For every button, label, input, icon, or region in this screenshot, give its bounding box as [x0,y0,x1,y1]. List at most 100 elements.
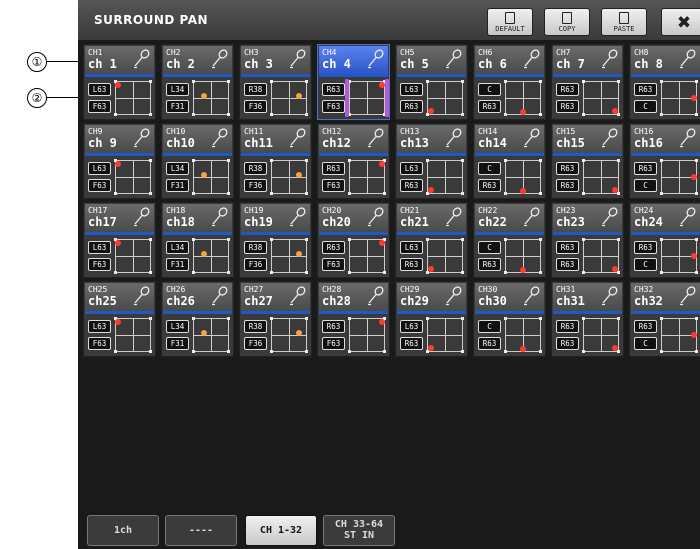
surround-pan-pad[interactable] [348,317,386,353]
tab-ch-1-32[interactable]: CH 1-32 [245,515,317,546]
pan-position-dot[interactable] [379,239,386,246]
pan-lr-value[interactable]: L63 [88,83,111,96]
pan-position-dot[interactable] [427,187,434,194]
surround-pan-pad[interactable] [504,317,542,353]
pan-fr-value[interactable]: R63 [400,337,423,350]
pan-lr-value[interactable]: R38 [244,320,267,333]
surround-pan-pad[interactable] [270,80,308,116]
pan-position-dot[interactable] [691,174,698,180]
surround-pan-pad[interactable] [114,317,152,353]
pan-fr-value[interactable]: C [634,337,657,350]
pan-fr-value[interactable]: R63 [556,100,579,113]
pan-position-dot[interactable] [520,267,526,274]
pan-position-dot[interactable] [691,95,698,101]
pan-lr-value[interactable]: L63 [400,241,423,254]
channel-cell[interactable]: CH13 ch13 L63 R63 [395,123,468,199]
channel-header[interactable]: CH30 ch30 [475,283,544,311]
channel-header[interactable]: CH6 ch 6 [475,46,544,74]
pan-fr-value[interactable]: F36 [244,179,267,192]
close-button[interactable]: ✖ [661,8,700,36]
channel-header[interactable]: CH32 ch32 [631,283,700,311]
channel-header[interactable]: CH29 ch29 [397,283,466,311]
surround-pan-pad[interactable] [660,317,698,353]
channel-header[interactable]: CH21 ch21 [397,204,466,232]
surround-pan-pad[interactable] [660,80,698,116]
default-button[interactable]: DEFAULT [487,8,533,36]
channel-cell[interactable]: CH2 ch 2 L34 F31 [161,44,234,120]
pan-fr-value[interactable]: C [634,258,657,271]
pan-position-dot[interactable] [520,346,526,353]
pan-lr-value[interactable]: C [478,320,501,333]
channel-cell[interactable]: CH7 ch 7 R63 R63 [551,44,624,120]
pan-fr-value[interactable]: F63 [88,337,111,350]
surround-pan-pad[interactable] [192,159,230,195]
surround-pan-pad[interactable] [582,317,620,353]
surround-pan-pad[interactable] [114,159,152,195]
surround-pan-pad[interactable] [348,80,386,116]
pan-position-dot[interactable] [691,253,698,259]
surround-pan-pad[interactable] [660,238,698,274]
channel-header[interactable]: CH5 ch 5 [397,46,466,74]
channel-header[interactable]: CH13 ch13 [397,125,466,153]
pan-fr-value[interactable]: F63 [88,179,111,192]
channel-header[interactable]: CH7 ch 7 [553,46,622,74]
pan-lr-value[interactable]: R38 [244,162,267,175]
pan-position-dot[interactable] [427,345,434,352]
channel-cell[interactable]: CH27 ch27 R38 F36 [239,281,312,357]
pan-lr-value[interactable]: R63 [634,83,657,96]
pan-fr-value[interactable]: R63 [400,258,423,271]
pan-lr-value[interactable]: L34 [166,83,189,96]
pan-lr-value[interactable]: C [478,83,501,96]
channel-header[interactable]: CH15 ch15 [553,125,622,153]
channel-cell[interactable]: CH19 ch19 R38 F36 [239,202,312,278]
surround-pan-pad[interactable] [426,159,464,195]
pan-position-dot[interactable] [691,332,698,338]
pan-fr-value[interactable]: F63 [322,258,345,271]
pan-position-dot[interactable] [520,188,526,195]
tab-1ch[interactable]: 1ch [87,515,159,546]
channel-cell[interactable]: CH32 ch32 R63 C [629,281,700,357]
pan-fr-value[interactable]: F36 [244,337,267,350]
channel-cell[interactable]: CH24 ch24 R63 C [629,202,700,278]
channel-header[interactable]: CH1 ch 1 [85,46,154,74]
pan-lr-value[interactable]: L63 [400,83,423,96]
pan-position-dot[interactable] [114,160,121,167]
pan-lr-value[interactable]: R63 [556,241,579,254]
pan-lr-value[interactable]: C [478,241,501,254]
channel-cell[interactable]: CH8 ch 8 R63 C [629,44,700,120]
pan-lr-value[interactable]: R63 [322,83,345,96]
channel-cell[interactable]: CH20 ch20 R63 F63 [317,202,390,278]
surround-pan-pad[interactable] [114,238,152,274]
channel-header[interactable]: CH3 ch 3 [241,46,310,74]
pan-lr-value[interactable]: L34 [166,241,189,254]
channel-header[interactable]: CH23 ch23 [553,204,622,232]
pan-lr-value[interactable]: R63 [634,241,657,254]
pan-position-dot[interactable] [379,318,386,325]
channel-cell[interactable]: CH1 ch 1 L63 F63 [83,44,156,120]
channel-cell[interactable]: CH16 ch16 R63 C [629,123,700,199]
tab-blank[interactable]: ---- [165,515,237,546]
channel-cell[interactable]: CH25 ch25 L63 F63 [83,281,156,357]
channel-cell[interactable]: CH23 ch23 R63 R63 [551,202,624,278]
channel-cell[interactable]: CH31 ch31 R63 R63 [551,281,624,357]
pan-lr-value[interactable]: L63 [88,320,111,333]
surround-pan-pad[interactable] [192,80,230,116]
surround-pan-pad[interactable] [348,238,386,274]
surround-pan-pad[interactable] [504,80,542,116]
surround-pan-pad[interactable] [270,238,308,274]
surround-pan-pad[interactable] [348,159,386,195]
surround-pan-pad[interactable] [426,238,464,274]
channel-header[interactable]: CH19 ch19 [241,204,310,232]
channel-cell[interactable]: CH5 ch 5 L63 R63 [395,44,468,120]
channel-cell[interactable]: CH15 ch15 R63 R63 [551,123,624,199]
channel-header[interactable]: CH25 ch25 [85,283,154,311]
channel-header[interactable]: CH14 ch14 [475,125,544,153]
channel-header[interactable]: CH27 ch27 [241,283,310,311]
pan-position-dot[interactable] [114,239,121,246]
channel-header[interactable]: CH16 ch16 [631,125,700,153]
channel-header[interactable]: CH12 ch12 [319,125,388,153]
paste-button[interactable]: PASTE [601,8,647,36]
pan-fr-value[interactable]: F63 [322,179,345,192]
channel-cell[interactable]: CH21 ch21 L63 R63 [395,202,468,278]
channel-cell[interactable]: CH22 ch22 C R63 [473,202,546,278]
